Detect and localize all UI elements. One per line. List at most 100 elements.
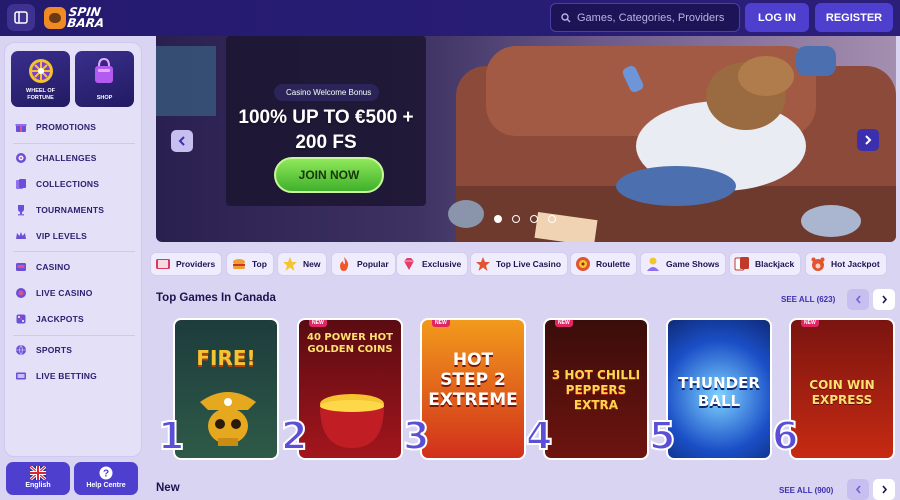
login-button[interactable]: LOG IN [745, 3, 809, 32]
sidebar-item-collections[interactable]: COLLECTIONS [15, 178, 99, 190]
gem-icon [401, 256, 417, 272]
join-now-button[interactable]: JOIN NOW [274, 157, 384, 193]
cards-icon [15, 178, 27, 190]
sidebar-item-vip-levels[interactable]: VIP LEVELS [15, 230, 87, 242]
chevron-left-icon [855, 295, 861, 304]
trophy-icon [15, 204, 27, 216]
banner-headline-line2: 200 FS [295, 132, 357, 153]
category-label: Blackjack [755, 259, 795, 269]
banner-prev-button[interactable] [171, 130, 193, 152]
sidebar-item-label: CASINO [36, 262, 71, 272]
svg-text:?: ? [103, 469, 109, 480]
slide-dot[interactable] [512, 215, 520, 223]
help-centre-button[interactable]: ? Help Centre [74, 462, 138, 495]
game-title: HOT STEP 2 EXTREME [428, 350, 518, 410]
category-exclusive[interactable]: Exclusive [396, 252, 469, 276]
rank-number: 3 [402, 413, 430, 459]
category-label: Popular [357, 259, 389, 269]
category-new[interactable]: New [277, 252, 328, 276]
new-games-prev-button[interactable] [847, 479, 869, 500]
rank-number: 5 [648, 413, 676, 459]
game-card[interactable]: THUNDER BALL [666, 318, 772, 460]
wheel-of-fortune-label: WHEEL OF FORTUNE [26, 88, 55, 101]
new-games-see-all-link[interactable]: SEE ALL (900) [779, 486, 833, 495]
sidebar-item-label: SPORTS [36, 345, 73, 355]
category-bar: Providers Top New Popular Exclusive Top … [150, 252, 900, 276]
logo-text-bottom: BARA [66, 16, 106, 30]
dice-icon [15, 313, 27, 325]
sidebar-item-sports[interactable]: SPORTS [15, 344, 72, 356]
sidebar-item-label: COLLECTIONS [36, 179, 100, 189]
banner-headline-line1: 100% UP TO €500 + [238, 107, 414, 128]
game-card[interactable]: NEW 40 POWER HOT GOLDEN COINS [297, 318, 403, 460]
sidebar-item-casino[interactable]: CASINO [15, 261, 70, 273]
category-blackjack[interactable]: Blackjack [729, 252, 802, 276]
sidebar-item-label: JACKPOTS [36, 314, 84, 324]
shopping-bag-icon [95, 57, 113, 83]
category-top[interactable]: Top [226, 252, 274, 276]
search-icon [561, 12, 571, 22]
top-header: SPIN BARA Games, Categories, Providers L… [0, 0, 900, 36]
category-label: Game Shows [666, 259, 720, 269]
chevron-right-icon [881, 485, 887, 494]
sidebar-item-promotions[interactable]: PROMOTIONS [15, 121, 96, 133]
screen-icon [15, 370, 27, 382]
new-badge: NEW [432, 320, 450, 327]
sidebar-item-label: PROMOTIONS [36, 122, 97, 132]
category-top-live-casino[interactable]: Top Live Casino [470, 252, 569, 276]
new-badge: NEW [555, 320, 573, 327]
sidebar-item-live-betting[interactable]: LIVE BETTING [15, 370, 97, 382]
slide-dot[interactable] [548, 215, 556, 223]
top-games-see-all-link[interactable]: SEE ALL (623) [781, 295, 835, 304]
chevron-right-icon [881, 295, 887, 304]
capybara-logo-icon [44, 7, 66, 29]
sidebar-item-tournaments[interactable]: TOURNAMENTS [15, 204, 104, 216]
top-games-next-button[interactable] [873, 289, 895, 310]
category-hot-jackpot[interactable]: Hot Jackpot [805, 252, 887, 276]
burger-icon [231, 256, 247, 272]
category-roulette[interactable]: Roulette [570, 252, 637, 276]
menu-toggle-button[interactable] [7, 4, 35, 31]
game-title: COIN WIN EXPRESS [809, 378, 875, 407]
category-label: Exclusive [422, 259, 462, 269]
game-title: THUNDER BALL [678, 374, 760, 410]
new-games-title: New [156, 482, 180, 494]
sidebar-item-label: TOURNAMENTS [36, 205, 105, 215]
banner-next-button[interactable] [857, 129, 879, 151]
new-badge: NEW [801, 320, 819, 327]
roulette-icon [575, 256, 591, 272]
sidebar-item-live-casino[interactable]: LIVE CASINO [15, 287, 93, 299]
sidebar-item-label: CHALLENGES [36, 153, 97, 163]
game-card[interactable]: NEW HOT STEP 2 EXTREME [420, 318, 526, 460]
game-card[interactable]: NEW COIN WIN EXPRESS [789, 318, 895, 460]
skull-pirate-icon [200, 392, 256, 446]
category-game-shows[interactable]: Game Shows [640, 252, 727, 276]
sidebar-divider [13, 143, 135, 144]
sidebar-item-challenges[interactable]: CHALLENGES [15, 152, 97, 164]
game-title: 40 POWER HOT GOLDEN COINS [307, 332, 393, 355]
game-card[interactable]: NEW 3 HOT CHILLI PEPPERS EXTRA [543, 318, 649, 460]
uk-flag-icon [30, 466, 46, 480]
category-providers[interactable]: Providers [150, 252, 223, 276]
search-input[interactable]: Games, Categories, Providers [550, 3, 740, 32]
top-games-prev-button[interactable] [847, 289, 869, 310]
game-title: 3 HOT CHILLI PEPPERS EXTRA [551, 368, 641, 412]
slide-dot[interactable] [530, 215, 538, 223]
slide-dot-active[interactable] [494, 215, 502, 223]
rank-number: 4 [525, 413, 553, 459]
shop-tile[interactable]: SHOP [75, 51, 134, 107]
promo-banner: Casino Welcome Bonus 100% UP TO €500 + 2… [156, 36, 896, 242]
game-card[interactable]: FIRE! [173, 318, 279, 460]
book-icon [155, 256, 171, 272]
category-label: Top [252, 259, 267, 269]
site-logo[interactable]: SPIN BARA [44, 5, 105, 31]
register-button[interactable]: REGISTER [815, 3, 893, 32]
sidebar-item-jackpots[interactable]: JACKPOTS [15, 313, 84, 325]
help-question-icon: ? [99, 466, 113, 480]
language-button[interactable]: English [6, 462, 70, 495]
rank-number: 6 [771, 413, 799, 459]
chevron-left-icon [855, 485, 861, 494]
category-popular[interactable]: Popular [331, 252, 396, 276]
wheel-of-fortune-tile[interactable]: WHEEL OF FORTUNE [11, 51, 70, 107]
new-games-next-button[interactable] [873, 479, 895, 500]
